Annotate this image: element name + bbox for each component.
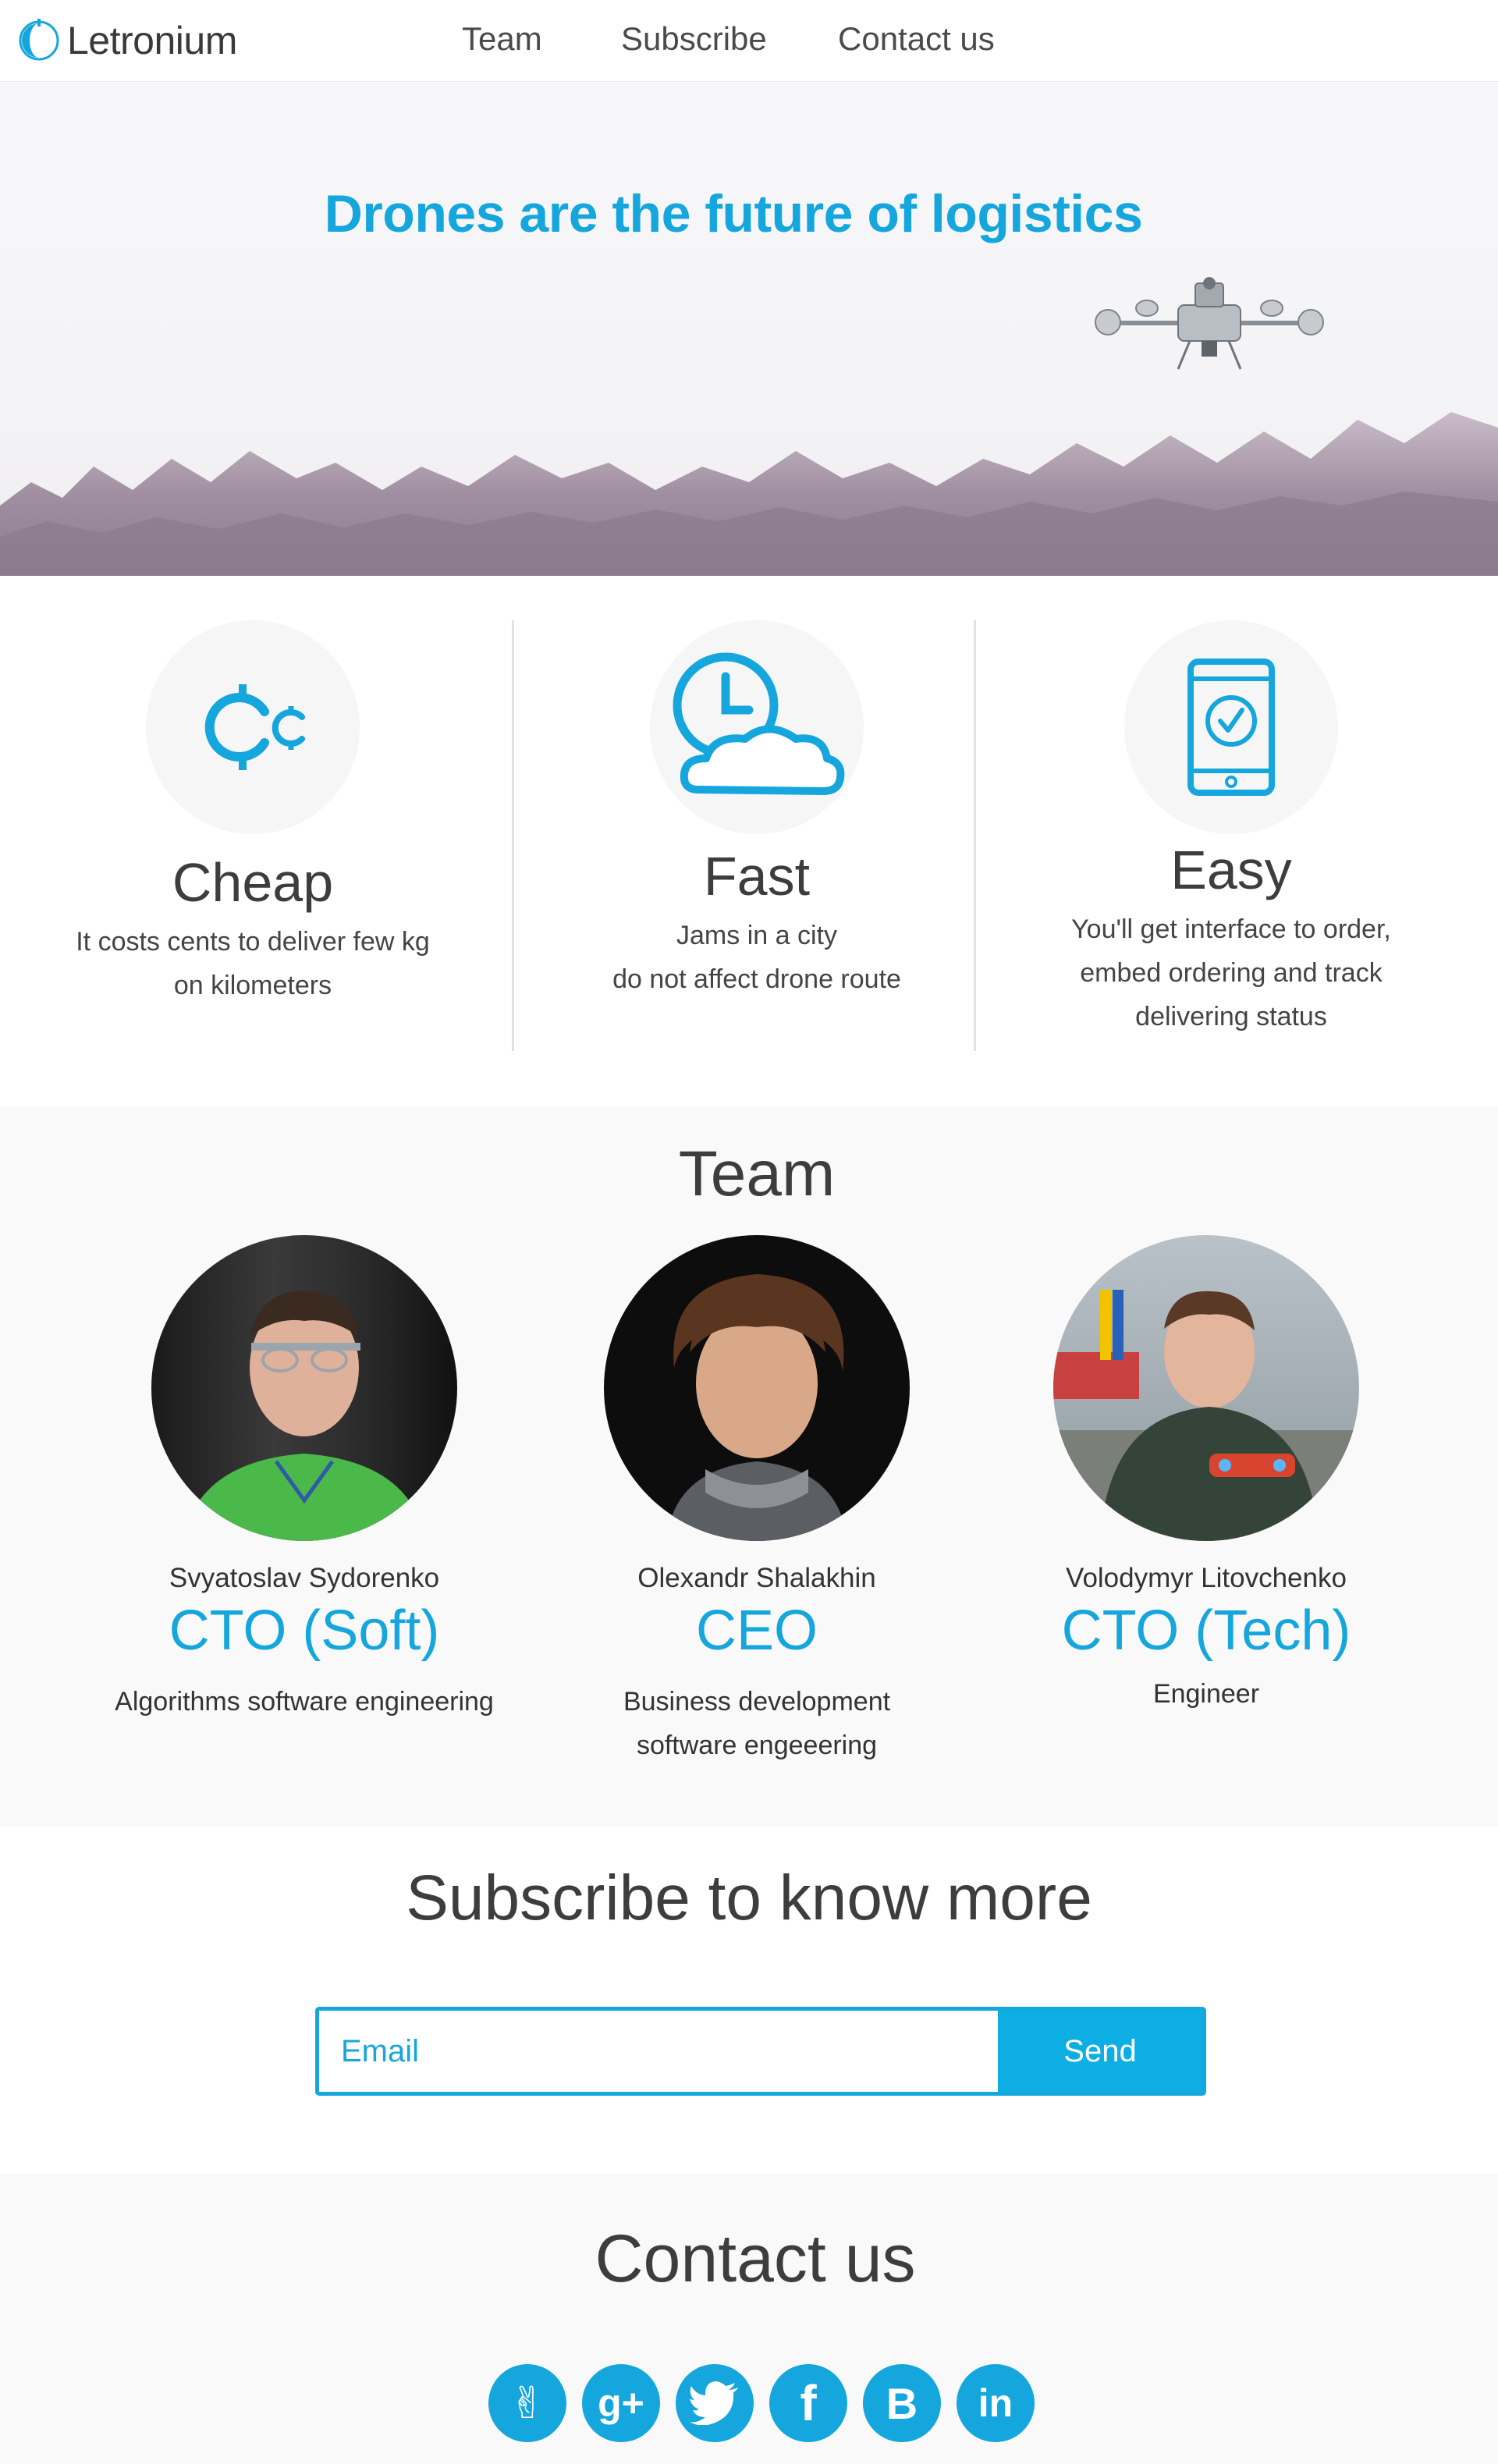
feature-title: Easy [1170,840,1292,900]
avatar-photo [183,1291,426,1541]
top-nav: Letronium Team Subscribe Contact us [0,0,1498,82]
feature-divider [974,620,976,1051]
subscribe-heading: Subscribe to know more [406,1862,1092,1933]
avatar-photo [1053,1290,1359,1541]
hero-title: Drones are the future of logistics [324,184,1143,243]
angellist-glyph: ✌ [509,2378,546,2427]
google-plus-glyph: g+ [598,2381,644,2425]
avatar [604,1235,910,1541]
twitter-bird [690,2381,738,2425]
feature-desc-line: delivering status [1135,1002,1327,1031]
contact-section: Contact us ✌ g+ f B in [0,2174,1498,2464]
logo[interactable]: Letronium [17,16,237,66]
feature-desc: Jams in a city do not affect drone route [546,914,967,1001]
feature-icon-circle [1124,620,1338,834]
logo-icon [19,19,59,61]
member-desc: Engineer [988,1672,1425,1716]
behance-glyph: B [886,2378,918,2428]
nav-link-contact[interactable]: Contact us [838,20,995,58]
feature-divider [512,620,514,1051]
member-name: Svyatoslav Sydorenko [169,1563,440,1593]
feature-desc-line: embed ordering and track [1080,958,1383,988]
team-member: Volodymyr Litovchenko CTO (Tech) Enginee… [988,1235,1425,1716]
avatar-photo [666,1274,847,1541]
feature-desc-line: It costs cents to deliver few kg [76,927,430,957]
feature-fast: Fast Jams in a city do not affect drone … [546,620,967,1001]
member-desc-line: software engeeering [636,1731,878,1760]
feature-icon-circle [146,620,360,834]
facebook-glyph: f [800,2375,817,2431]
linkedin-icon[interactable]: in [957,2364,1035,2442]
cent-icon [204,684,305,770]
feature-easy: Easy You'll get interface to order, embe… [1021,620,1442,1039]
feature-title: Fast [703,846,811,907]
facebook-icon[interactable]: f [769,2364,847,2442]
member-role: CTO (Tech) [1061,1599,1351,1662]
feature-cheap: Cheap It costs cents to deliver few kg o… [42,620,463,1007]
subscribe-section: Subscribe to know more Send [0,1827,1498,2174]
team-section: Team Svyatoslav Sydorenko CTO (Soft) Alg… [0,1106,1498,1827]
feature-icon-circle [650,620,864,834]
member-desc-line: Algorithms software engineering [115,1687,494,1717]
clock-cloud-icon [673,652,845,795]
member-desc: Algorithms software engineering [86,1680,523,1724]
hero-banner: Drones are the future of logistics [0,82,1498,576]
member-role: CTO (Soft) [169,1599,440,1662]
feature-desc: It costs cents to deliver few kg on kilo… [42,920,463,1007]
feature-desc: You'll get interface to order, embed ord… [1021,907,1442,1039]
feature-desc-line: You'll get interface to order, [1071,914,1391,944]
logo-text: Letronium [67,19,237,62]
member-name: Volodymyr Litovchenko [1066,1563,1347,1593]
member-desc-line: Engineer [1152,1679,1260,1709]
feature-title: Cheap [172,852,334,913]
feature-desc-line: on kilometers [173,971,332,1000]
google-plus-icon[interactable]: g+ [582,2364,660,2442]
forest-image [0,412,1498,576]
twitter-icon[interactable] [676,2364,754,2442]
feature-desc-line: do not affect drone route [612,964,901,994]
drone-image [1095,277,1324,370]
email-input[interactable] [319,2011,998,2092]
member-desc: Business development software engeeering [538,1680,975,1767]
feature-desc-line: Jams in a city [676,921,837,950]
avatar [151,1235,457,1541]
member-desc-line: Business development [623,1687,891,1717]
member-name: Olexandr Shalakhin [637,1563,876,1593]
subscribe-form: Send [315,2007,1206,2096]
team-heading: Team [678,1138,836,1209]
contact-heading: Contact us [595,2221,916,2296]
behance-icon[interactable]: B [863,2364,941,2442]
nav-link-team[interactable]: Team [462,20,542,58]
nav-link-subscribe[interactable]: Subscribe [621,20,767,58]
smartphone-check-icon [1187,659,1275,796]
team-member: Svyatoslav Sydorenko CTO (Soft) Algorith… [86,1235,523,1724]
angellist-icon[interactable]: ✌ [488,2364,566,2442]
linkedin-glyph: in [978,2381,1013,2425]
send-button[interactable]: Send [998,2011,1202,2092]
team-member: Olexandr Shalakhin CEO Business developm… [538,1235,975,1767]
member-role: CEO [695,1599,818,1662]
avatar [1053,1235,1359,1541]
